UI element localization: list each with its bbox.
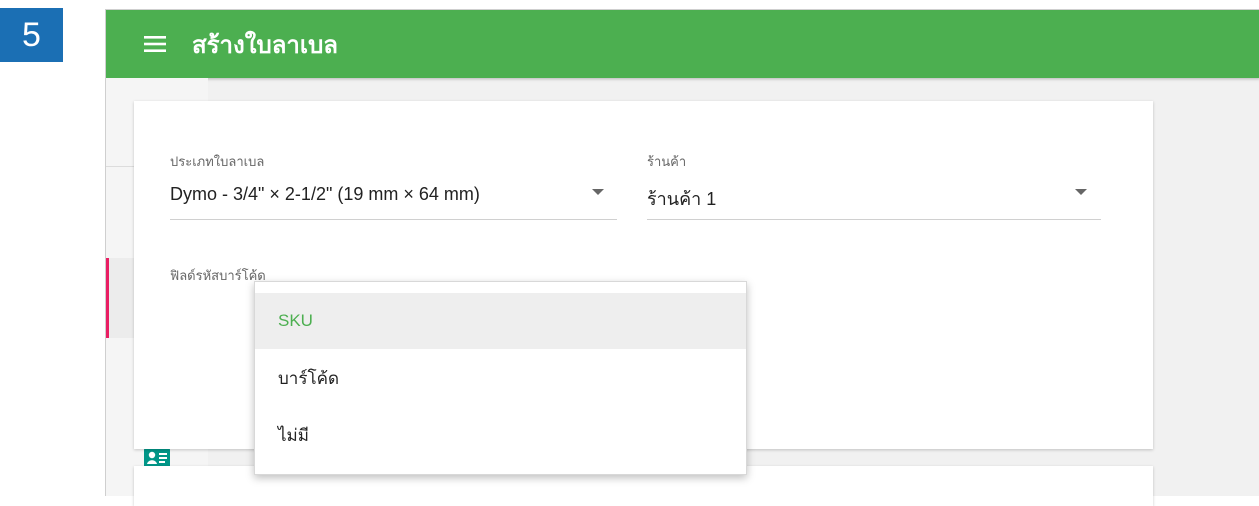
store-label: ร้านค้า xyxy=(647,155,687,170)
hamburger-menu-icon[interactable] xyxy=(140,29,170,59)
dropdown-option-none[interactable]: ไม่มี xyxy=(255,407,746,463)
contact-card-icon xyxy=(144,448,170,468)
label-type-caret-icon[interactable] xyxy=(592,189,604,195)
label-type-value[interactable]: Dymo - 3/4" × 2-1/2" (19 mm × 64 mm) xyxy=(170,184,480,205)
step-number-badge: 5 xyxy=(0,8,63,62)
store-underline xyxy=(647,219,1101,220)
store-value[interactable]: ร้านค้า 1 xyxy=(647,184,716,213)
label-type-label: ประเภทใบลาเบล xyxy=(170,155,265,170)
store-caret-icon[interactable] xyxy=(1075,189,1087,195)
label-type-underline xyxy=(170,219,617,220)
page-title: สร้างใบลาเบล xyxy=(192,30,339,59)
barcode-field-dropdown-menu: SKU บาร์โค้ด ไม่มี xyxy=(254,281,747,475)
top-app-bar: สร้างใบลาเบล xyxy=(106,10,1259,78)
dropdown-option-sku[interactable]: SKU xyxy=(255,293,746,349)
dropdown-option-barcode[interactable]: บาร์โค้ด xyxy=(255,350,746,406)
step-number: 5 xyxy=(22,15,41,54)
barcode-field-label: ฟิลด์รหัสบาร์โค้ด xyxy=(170,269,266,284)
